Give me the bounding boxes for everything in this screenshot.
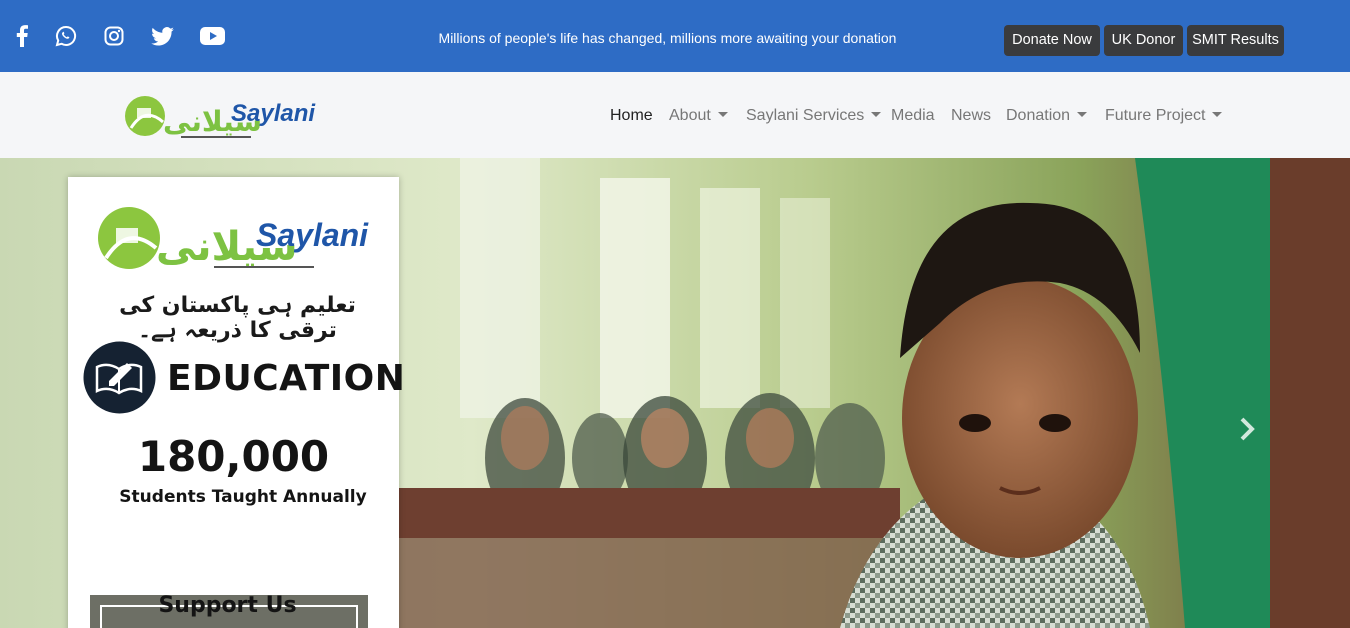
nav-saylani-services[interactable]: Saylani Services: [746, 105, 882, 127]
nav-future-label: Future Project: [1105, 107, 1206, 124]
chevron-right-icon: [1240, 417, 1255, 441]
nav-about-label: About: [669, 107, 711, 124]
whatsapp-icon[interactable]: [54, 22, 78, 50]
education-title: EDUCATION: [167, 358, 406, 399]
nav-future-project[interactable]: Future Project: [1105, 105, 1223, 127]
card-logo: سیلانی Saylani: [96, 204, 371, 274]
logo-text: Saylani: [231, 100, 316, 127]
facebook-icon[interactable]: [12, 22, 32, 50]
card-logo-text: Saylani: [256, 217, 369, 253]
nav-donation[interactable]: Donation: [1006, 105, 1088, 127]
nav-news[interactable]: News: [951, 105, 991, 127]
nav-about[interactable]: About: [669, 105, 728, 127]
urdu-slogan: تعلیم ہی پاکستان کی ترقی کا ذریعہ ہے۔: [119, 293, 356, 343]
saylani-logo[interactable]: سیلانی Saylani: [123, 88, 318, 146]
twitter-icon[interactable]: [149, 22, 175, 50]
top-bar: Millions of people's life has changed, m…: [0, 0, 1350, 72]
caret-down-icon: [871, 112, 882, 117]
instagram-icon[interactable]: [102, 22, 126, 50]
donate-now-button[interactable]: Donate Now: [1004, 25, 1100, 56]
youtube-icon[interactable]: [199, 22, 225, 50]
support-us-label: Support Us: [158, 593, 297, 618]
carousel-next-button[interactable]: [1234, 415, 1260, 443]
students-caption: Students Taught Annually: [119, 487, 367, 507]
nav-donation-label: Donation: [1006, 107, 1071, 124]
nav-media[interactable]: Media: [891, 105, 935, 127]
tagline: Millions of people's life has changed, m…: [438, 30, 897, 46]
smit-results-button[interactable]: SMIT Results: [1187, 25, 1284, 56]
caret-down-icon: [1212, 112, 1223, 117]
students-count: 180,000: [137, 432, 330, 481]
book-pencil-icon: [83, 341, 156, 414]
caret-down-icon: [717, 112, 728, 117]
caret-down-icon: [1077, 112, 1088, 117]
nav-home[interactable]: Home: [610, 105, 653, 127]
nav-services-label: Saylani Services: [746, 107, 865, 124]
uk-donor-button[interactable]: UK Donor: [1104, 25, 1183, 56]
